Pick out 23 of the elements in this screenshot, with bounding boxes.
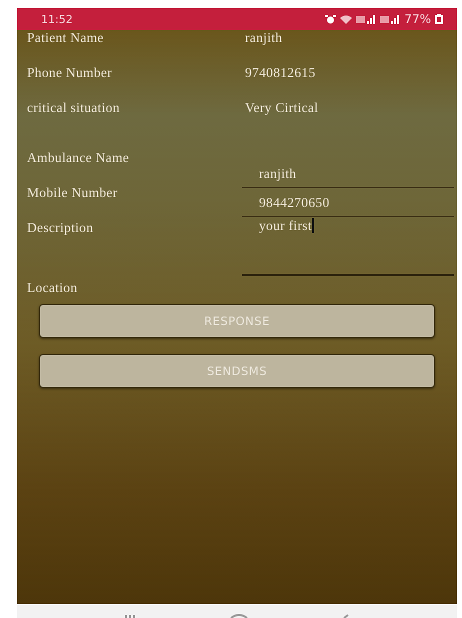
field-label: Patient Name [26,30,105,47]
alarm-icon [325,14,336,24]
wifi-icon [340,14,352,24]
battery-icon [435,14,443,24]
back-icon[interactable] [342,614,350,618]
signal-icon [380,14,400,24]
input-field[interactable]: ranjith [242,154,454,188]
recent-apps-icon[interactable] [124,614,136,618]
field-value: ranjith [244,30,282,47]
input-field[interactable]: 9844270650 [242,183,454,217]
field-label: Ambulance Name [26,150,130,167]
field-label: Location [26,280,78,297]
field-label: Phone Number [26,65,113,82]
field-label: Description [26,220,94,237]
battery-level: 77% [404,12,431,26]
signal-icon [356,14,376,24]
field-value: Very Cirtical [244,100,318,117]
input-field[interactable]: your first [242,214,454,276]
clock-time: 11:52 [41,12,73,26]
field-label: Mobile Number [26,185,119,202]
home-icon[interactable] [230,614,248,618]
field-value: 9740812615 [244,65,316,82]
field-label: critical situation [26,100,121,117]
